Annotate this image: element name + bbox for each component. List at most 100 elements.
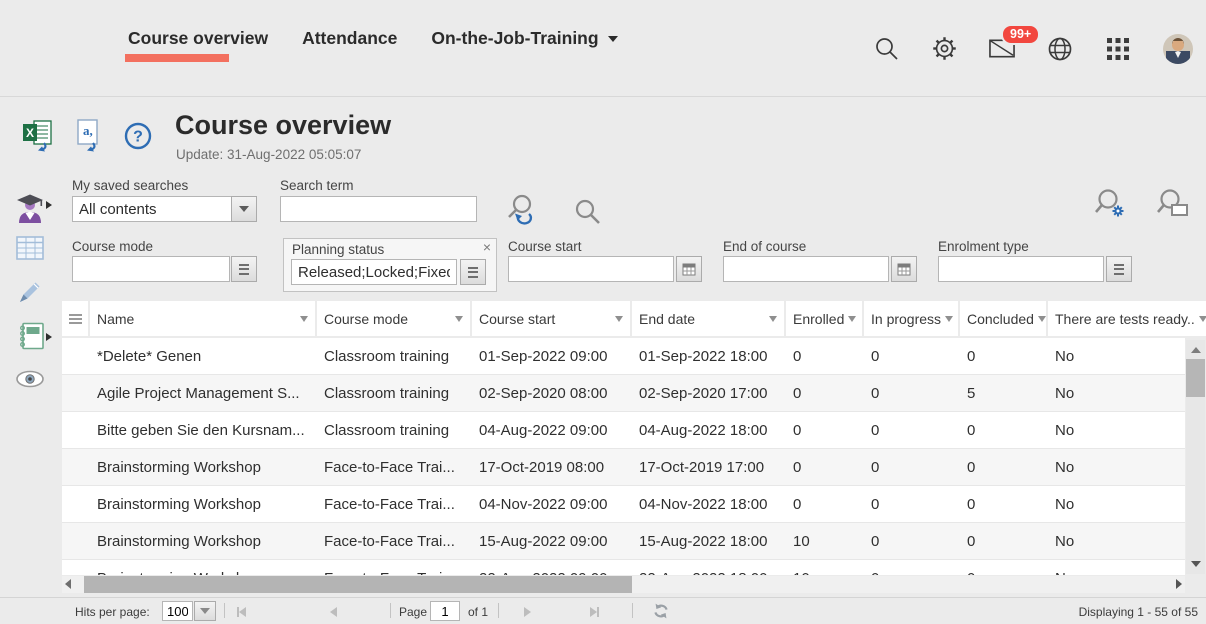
course-start-input[interactable] [508, 256, 674, 282]
displaying-count-text: Displaying 1 - 55 of 55 [1079, 605, 1198, 619]
app-launcher-grid-icon[interactable] [1105, 36, 1131, 62]
hits-per-page-select[interactable] [162, 601, 193, 621]
enrolment-type-list-button[interactable] [1106, 256, 1132, 282]
column-header-tests-ready[interactable]: There are tests ready.. [1048, 301, 1206, 336]
table-cell: Face-to-Face Trai... [317, 496, 470, 513]
excel-export-icon[interactable]: X [22, 119, 58, 158]
table-cell: Bitte geben Sie den Kursnam... [90, 422, 315, 439]
planning-status-list-button[interactable] [460, 259, 486, 285]
table-cell: No [1048, 459, 1185, 476]
vertical-scrollbar[interactable] [1186, 340, 1205, 574]
table-cell: 0 [864, 570, 958, 576]
hits-per-page-dropdown-button[interactable] [194, 601, 216, 621]
sidebar-expand-arrow[interactable] [46, 333, 52, 341]
table-row[interactable]: Agile Project Management S...Classroom t… [62, 375, 1185, 412]
table-cell: Face-to-Face Trai... [317, 533, 470, 550]
help-icon[interactable]: ? [124, 122, 152, 155]
sidebar-item-table-view[interactable] [16, 236, 44, 265]
refresh-button[interactable] [652, 602, 670, 623]
planning-status-input[interactable] [291, 259, 457, 285]
page-of-label: of 1 [468, 605, 488, 619]
table-row[interactable]: Brainstorming WorkshopFace-to-Face Trai.… [62, 486, 1185, 523]
end-of-course-calendar-button[interactable] [891, 256, 917, 282]
page-number-input[interactable] [430, 601, 460, 621]
saved-searches-label: My saved searches [72, 178, 188, 193]
column-menu-cell[interactable] [62, 301, 88, 336]
course-start-label: Course start [508, 239, 582, 254]
quick-search-icon[interactable] [574, 198, 601, 230]
table-cell: 17-Oct-2019 17:00 [632, 459, 784, 476]
table-cell: 15-Aug-2022 18:00 [632, 533, 784, 550]
globe-icon[interactable] [1047, 36, 1073, 62]
table-cell: 0 [960, 459, 1046, 476]
sort-arrow-icon [1038, 316, 1046, 322]
text-export-icon[interactable]: a, [75, 119, 107, 158]
column-header-end-date[interactable]: End date [632, 301, 784, 336]
horizontal-scrollbar[interactable] [62, 576, 1185, 593]
table-body: *Delete* GenenClassroom training01-Sep-2… [62, 338, 1185, 575]
first-page-button[interactable] [237, 606, 246, 620]
search-profile-icon[interactable] [1157, 188, 1189, 225]
table-row[interactable]: Brainstorming WorkshopFace-to-Face Trai.… [62, 523, 1185, 560]
scroll-down-arrow[interactable] [1191, 561, 1201, 567]
tab-attendance[interactable]: Attendance [302, 28, 397, 49]
vertical-scrollbar-thumb[interactable] [1186, 359, 1205, 397]
scroll-left-arrow[interactable] [65, 579, 71, 589]
user-avatar[interactable] [1163, 34, 1193, 64]
table-row[interactable]: Brainstorming WorkshopFace-to-Face Trai.… [62, 560, 1185, 575]
scroll-up-arrow[interactable] [1191, 347, 1201, 353]
svg-text:X: X [26, 126, 34, 140]
scroll-right-arrow[interactable] [1176, 579, 1182, 589]
previous-page-button[interactable] [330, 606, 337, 620]
table-cell: 22-Aug-2022 18:00 [632, 570, 784, 576]
sidebar-item-catalog[interactable] [16, 322, 46, 355]
column-header-course-start[interactable]: Course start [472, 301, 630, 336]
end-of-course-input[interactable] [723, 256, 889, 282]
column-header-in-progress[interactable]: In progress [864, 301, 958, 336]
sidebar-expand-arrow[interactable] [46, 201, 52, 209]
planning-status-label: Planning status [292, 242, 384, 257]
table-cell: 04-Nov-2022 18:00 [632, 496, 784, 513]
table-cell: Classroom training [317, 348, 470, 365]
close-icon[interactable]: × [483, 239, 491, 255]
saved-searches-dropdown-button[interactable] [231, 196, 257, 222]
column-header-course-mode[interactable]: Course mode [317, 301, 470, 336]
sidebar-item-visibility[interactable] [15, 370, 45, 393]
search-icon[interactable] [873, 36, 899, 62]
horizontal-scrollbar-thumb[interactable] [84, 576, 632, 593]
tab-label: On-the-Job-Training [431, 28, 598, 48]
saved-searches-select[interactable] [72, 196, 232, 222]
table-cell: 0 [960, 570, 1046, 576]
course-start-calendar-button[interactable] [676, 256, 702, 282]
active-tab-indicator [125, 54, 229, 62]
last-page-button[interactable] [590, 606, 599, 620]
chevron-down-icon [608, 36, 618, 42]
course-mode-input[interactable] [72, 256, 230, 282]
table-row[interactable]: *Delete* GenenClassroom training01-Sep-2… [62, 338, 1185, 375]
enrolment-type-input[interactable] [938, 256, 1104, 282]
course-mode-list-button[interactable] [231, 256, 257, 282]
sidebar-item-edit[interactable] [17, 279, 43, 310]
list-icon [468, 267, 478, 278]
tab-course-overview[interactable]: Course overview [128, 28, 268, 49]
settings-gear-icon[interactable] [931, 36, 957, 62]
pagination-footer: Hits per page: Page of 1 Displaying 1 - … [0, 597, 1206, 624]
table-cell: 10 [786, 570, 862, 576]
table-cell: No [1048, 570, 1185, 576]
search-settings-icon[interactable] [1094, 188, 1128, 225]
sort-arrow-icon [1199, 316, 1206, 322]
next-page-button[interactable] [524, 606, 531, 620]
chevron-down-icon [239, 206, 249, 212]
table-row[interactable]: Brainstorming WorkshopFace-to-Face Trai.… [62, 449, 1185, 486]
column-header-enrolled[interactable]: Enrolled [786, 301, 862, 336]
mail-icon[interactable]: 99+ [989, 36, 1015, 62]
search-term-input[interactable] [280, 196, 477, 222]
column-header-name[interactable]: Name [90, 301, 315, 336]
run-search-icon[interactable] [505, 194, 539, 231]
table-cell: 0 [960, 533, 1046, 550]
table-row[interactable]: Bitte geben Sie den Kursnam...Classroom … [62, 412, 1185, 449]
tab-on-the-job-training[interactable]: On-the-Job-Training [431, 28, 617, 49]
sidebar-item-learners[interactable] [12, 190, 48, 229]
table-cell: 0 [960, 348, 1046, 365]
column-header-concluded[interactable]: Concluded [960, 301, 1046, 336]
